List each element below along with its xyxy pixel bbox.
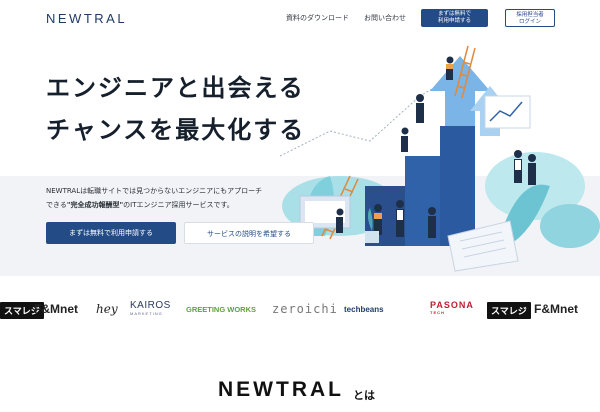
- logo-pasona-sub: TECH: [430, 310, 445, 315]
- logo-kairos: KAIROS MARKETING: [130, 300, 171, 316]
- hero-headline-line1: エンジニアと出会える: [46, 74, 305, 102]
- header-apply-line1: まずは無料で: [437, 11, 471, 17]
- desc-bold-emphasis: "完全成功報酬型": [66, 201, 124, 209]
- header-login-line1: 採用担当者: [516, 12, 544, 18]
- logo-pasona-tech: PASONA TECH: [430, 300, 474, 315]
- about-heading-suffix: とは: [353, 389, 375, 402]
- nav-contact-link[interactable]: お問い合わせ: [364, 13, 406, 23]
- logo-greeting-works: GREETING WORKS: [186, 305, 257, 314]
- hero-illustration: [279, 45, 600, 272]
- logo-pasona-name: PASONA: [430, 300, 474, 310]
- nav-download-link[interactable]: 資料のダウンロード: [286, 13, 349, 23]
- header-login-line2: ログイン: [518, 19, 541, 25]
- hero-section: エンジニアと出会える チャンスを最大化する NEWTRALは転職サイトでは見つか…: [0, 36, 600, 276]
- logo-techbeans: techbeans: [344, 305, 384, 314]
- logo-zeroichi: zeroichi: [272, 302, 338, 316]
- hero-headline-line2: チャンスを最大化する: [46, 116, 306, 144]
- logo-kairos-name: KAIROS: [130, 300, 171, 311]
- about-heading: NEWTRAL: [218, 378, 344, 401]
- desc-prefix: できる: [46, 201, 67, 209]
- client-logos-strip: スマレジ F&Mnet hey KAIROS MARKETING GREETING…: [0, 292, 600, 328]
- site-logo[interactable]: NEWTRAL: [46, 11, 127, 26]
- logo-fm-net: F&Mnet: [34, 302, 78, 316]
- header-apply-button[interactable]: まずは無料で 利用申請する: [421, 9, 488, 27]
- header-login-button[interactable]: 採用担当者 ログイン: [505, 9, 555, 27]
- logo-hey: hey: [96, 302, 118, 316]
- hero-apply-button[interactable]: まずは無料で利用申請する: [46, 222, 176, 244]
- logo-fm-net-repeat: F&Mnet: [534, 302, 578, 316]
- logo-kairos-sub: MARKETING: [130, 311, 163, 316]
- desc-suffix: のITエンジニア採用サービスです。: [123, 201, 234, 209]
- hero-explain-button[interactable]: サービスの説明を希望する: [184, 222, 314, 244]
- logo-smaregi-repeat: スマレジ: [487, 302, 531, 319]
- site-header: NEWTRAL 資料のダウンロード お問い合わせ まずは無料で 利用申請する 採…: [0, 0, 600, 36]
- hero-description-line2: できる"完全成功報酬型"のITエンジニア採用サービスです。: [46, 200, 234, 210]
- header-apply-line2: 利用申請する: [437, 18, 471, 24]
- hero-description-line1: NEWTRALは転職サイトでは見つからないエンジニアにもアプローチ: [46, 187, 263, 195]
